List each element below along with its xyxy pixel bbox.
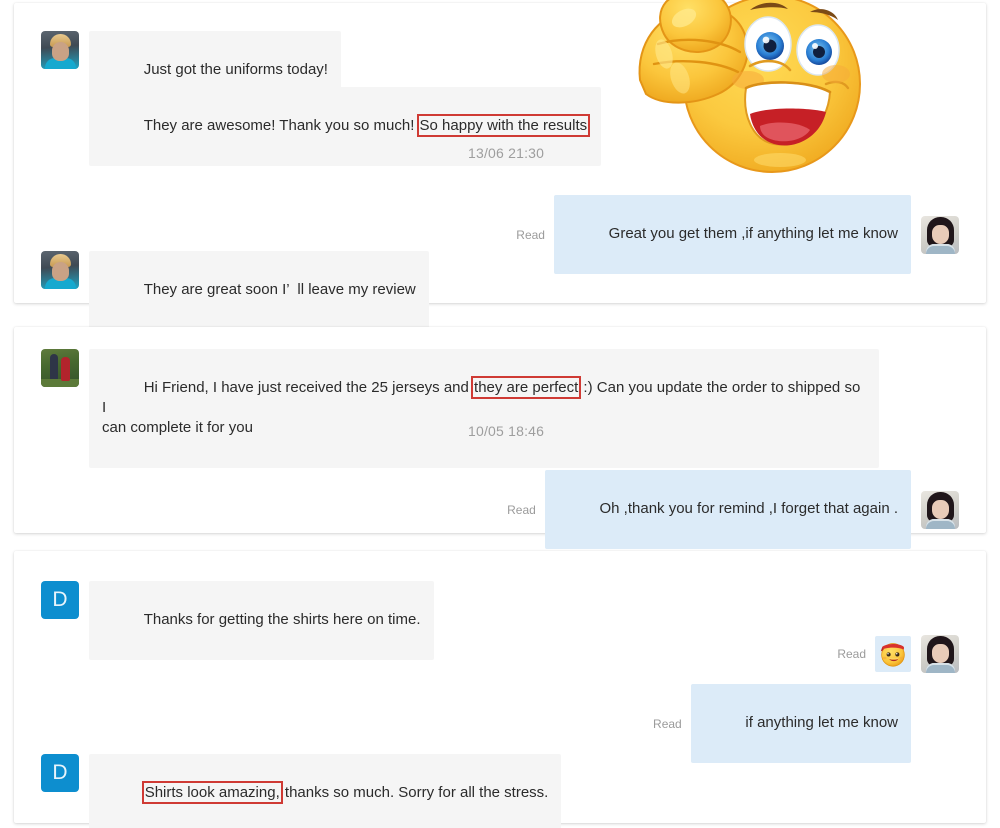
avatar[interactable] (921, 635, 959, 673)
read-receipt-label: Read (653, 716, 682, 731)
message-row-incoming: They are great soon I’ ll leave my revie… (41, 251, 429, 330)
avatar-initial[interactable]: D (41, 754, 79, 792)
message-bubble: They are great soon I’ ll leave my revie… (89, 251, 429, 330)
avatar[interactable] (41, 251, 79, 289)
avatar[interactable] (41, 349, 79, 387)
message-row-outgoing: Read Oh ,thank you for remind ,I forget … (507, 470, 959, 549)
message-row-outgoing: Read (837, 635, 959, 673)
conversation-card-1: Just got the uniforms today! They are aw… (14, 0, 986, 330)
message-bubble: Thanks for getting the shirts here on ti… (89, 581, 434, 660)
message-text: Oh ,thank you for remind ,I forget that … (599, 500, 899, 517)
message-text: They are awesome! Thank you so much! (143, 117, 419, 134)
message-timestamp: 13/06 21:30 (468, 145, 545, 161)
highlight-box: Shirts look amazing, (141, 781, 283, 804)
message-text: if anything let me know (745, 714, 898, 731)
message-text: Hi Friend, I have just received the 25 j… (143, 379, 474, 396)
avatar[interactable] (41, 31, 79, 69)
message-text: Just got the uniforms today! (143, 61, 328, 78)
read-receipt-label: Read (837, 647, 866, 661)
message-bubble: Hi Friend, I have just received the 25 j… (89, 349, 879, 468)
message-row-incoming: D Thanks for getting the shirts here on … (41, 581, 434, 660)
message-timestamp: 10/05 18:46 (468, 423, 545, 439)
message-text: They are great soon I’ ll leave my revie… (143, 281, 416, 298)
read-receipt-label: Read (507, 502, 536, 517)
message-bubble: Oh ,thank you for remind ,I forget that … (544, 470, 911, 549)
message-row-outgoing: Read if anything let me know (653, 684, 911, 763)
message-text: Thanks for getting the shirts here on ti… (143, 611, 421, 628)
message-bubble: Shirts look amazing, thanks so much. Sor… (89, 754, 562, 828)
highlight-box: they are perfect (471, 376, 582, 399)
read-receipt-label: Read (516, 227, 545, 242)
highlight-box: So happy with the results (416, 114, 591, 137)
message-bubble: if anything let me know (690, 684, 911, 763)
thumbs-up-smiley-sticker (622, 0, 882, 174)
avatar-initial[interactable]: D (41, 581, 79, 619)
message-bubble: Great you get them ,if anything let me k… (553, 195, 911, 274)
message-text: Great you get them ,if anything let me k… (608, 225, 898, 242)
message-row-outgoing: Read Great you get them ,if anything let… (516, 195, 959, 274)
avatar[interactable] (921, 490, 959, 529)
message-row-incoming: Hi Friend, I have just received the 25 j… (41, 349, 879, 468)
chat-transcript-page: Just got the uniforms today! They are aw… (0, 0, 1000, 828)
message-text-tail: thanks so much. Sorry for all the stress… (280, 784, 549, 801)
avatar[interactable] (921, 215, 959, 254)
star-struck-emoji-sticker (875, 636, 911, 672)
conversation-card-2: Hi Friend, I have just received the 25 j… (14, 327, 986, 549)
conversation-card-3: D Thanks for getting the shirts here on … (14, 551, 986, 828)
message-row-incoming: D Shirts look amazing, thanks so much. S… (41, 754, 562, 828)
